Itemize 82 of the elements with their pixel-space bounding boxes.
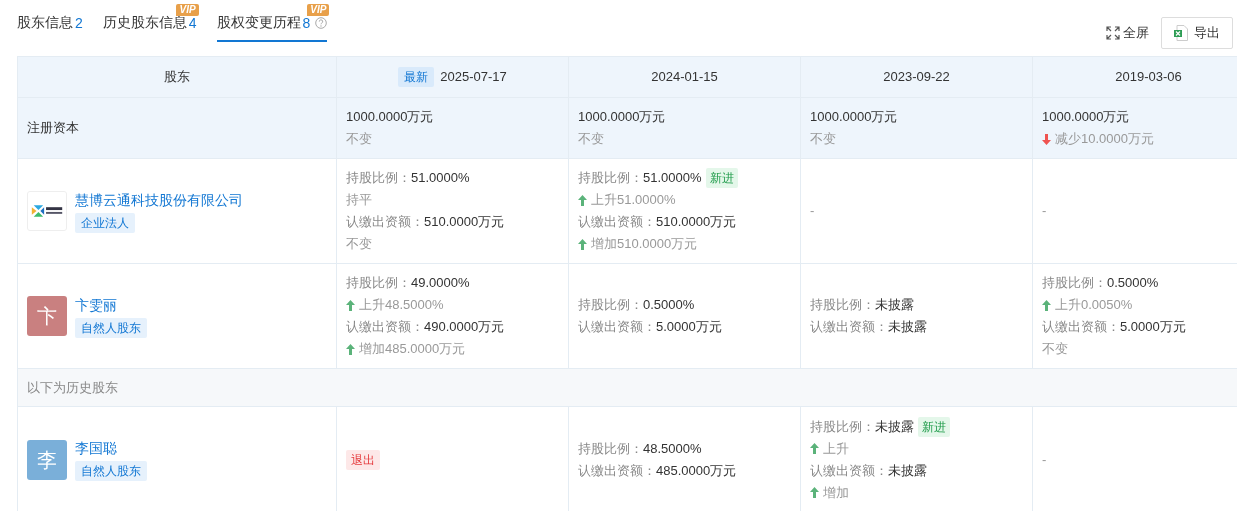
- fullscreen-button[interactable]: 全屏: [1106, 24, 1149, 42]
- field-label: 持股比例：: [810, 296, 875, 314]
- field-label: 持股比例：: [578, 169, 643, 187]
- date-header: 2024-01-15: [651, 68, 718, 86]
- empty-dash: -: [1042, 450, 1048, 469]
- new-entry-tag: 新进: [918, 416, 950, 437]
- change-text: 上升51.0000%: [591, 191, 676, 209]
- help-icon[interactable]: [315, 17, 328, 29]
- change-text: 上升48.5000%: [359, 296, 444, 314]
- field-value: 5.0000万元: [656, 318, 722, 336]
- field-label: 持股比例：: [578, 296, 643, 314]
- field-value: 未披露: [875, 417, 914, 436]
- shareholder-link[interactable]: 慧博云通科技股份有限公司: [75, 189, 243, 210]
- spreadsheet-icon: [1174, 25, 1188, 41]
- field-label: 认缴出资额：: [578, 461, 656, 480]
- field-value: 未披露: [888, 461, 927, 480]
- new-entry-tag: 新进: [705, 168, 738, 188]
- field-label: 认缴出资额：: [346, 213, 424, 231]
- field-label: 持股比例：: [1042, 274, 1107, 292]
- field-label: 认缴出资额：: [578, 213, 656, 231]
- field-value: 510.0000万元: [424, 213, 505, 231]
- change-text: 持平: [346, 191, 372, 209]
- tab[interactable]: 股东信息2: [17, 0, 83, 42]
- field-label: 认缴出资额：: [1042, 318, 1120, 336]
- field-label: 认缴出资额：: [810, 461, 888, 480]
- change-text: 增加485.0000万元: [359, 340, 466, 358]
- field-value: 0.5000%: [643, 296, 695, 314]
- shareholder-type-tag: 企业法人: [75, 212, 135, 233]
- capital-value: 1000.0000万元: [578, 108, 667, 126]
- column-header: 股东: [164, 68, 190, 86]
- change-text: 不变: [810, 130, 836, 148]
- date-header: 2025-07-17: [440, 68, 507, 86]
- shareholder-type-tag: 自然人股东: [75, 317, 147, 338]
- change-text: 不变: [1042, 340, 1068, 358]
- field-value: 未披露: [875, 296, 914, 314]
- field-label: 持股比例：: [346, 274, 411, 292]
- date-header: 2019-03-06: [1115, 68, 1182, 86]
- change-text: 不变: [346, 130, 372, 148]
- field-value: 0.5000%: [1107, 274, 1159, 292]
- empty-dash: -: [1042, 202, 1048, 220]
- change-text: 减少10.0000万元: [1055, 130, 1154, 148]
- vip-badge: VIP: [176, 4, 199, 16]
- shareholder-link[interactable]: 李国聪: [75, 438, 117, 458]
- capital-value: 1000.0000万元: [346, 108, 435, 126]
- change-text: 上升: [823, 439, 849, 458]
- field-label: 认缴出资额：: [346, 318, 424, 336]
- shareholder-type-tag: 自然人股东: [75, 461, 147, 481]
- tab[interactable]: 历史股东信息4 VIP: [102, 0, 197, 42]
- change-text: 不变: [346, 235, 372, 253]
- latest-tag: 最新: [398, 67, 435, 87]
- field-value: 48.5000%: [643, 439, 702, 458]
- capital-value: 1000.0000万元: [810, 108, 899, 126]
- capital-value: 1000.0000万元: [1042, 108, 1131, 126]
- field-label: 认缴出资额：: [810, 318, 888, 336]
- shareholder-link[interactable]: 卞雯丽: [75, 294, 117, 315]
- vip-badge: VIP: [307, 4, 330, 16]
- field-value: 51.0000%: [411, 169, 470, 187]
- field-value: 51.0000%: [643, 169, 702, 187]
- empty-dash: -: [810, 202, 816, 220]
- field-label: 持股比例：: [810, 417, 875, 436]
- change-text: 不变: [578, 130, 604, 148]
- field-value: 490.0000万元: [424, 318, 505, 336]
- name-avatar: 李: [27, 439, 67, 480]
- field-label: 持股比例：: [578, 439, 643, 458]
- exit-tag: 退出: [346, 449, 380, 470]
- name-avatar: 卞: [27, 296, 67, 336]
- field-value: 未披露: [888, 318, 927, 336]
- field-value: 49.0000%: [411, 274, 470, 292]
- change-text: 上升0.0050%: [1055, 296, 1133, 314]
- change-text: 增加: [823, 483, 849, 502]
- field-value: 485.0000万元: [656, 461, 737, 480]
- field-value: 5.0000万元: [1120, 318, 1186, 336]
- tab[interactable]: 股权变更历程8 VIP: [216, 0, 328, 42]
- row-label: 注册资本: [27, 119, 79, 137]
- date-header: 2023-09-22: [883, 68, 950, 86]
- field-label: 持股比例：: [346, 169, 411, 187]
- change-text: 增加510.0000万元: [591, 235, 698, 253]
- section-label: 以下为历史股东: [27, 378, 118, 397]
- field-label: 认缴出资额：: [578, 318, 656, 336]
- export-button[interactable]: 导出: [1161, 17, 1233, 49]
- field-value: 510.0000万元: [656, 213, 737, 231]
- fullscreen-icon: [1106, 26, 1120, 40]
